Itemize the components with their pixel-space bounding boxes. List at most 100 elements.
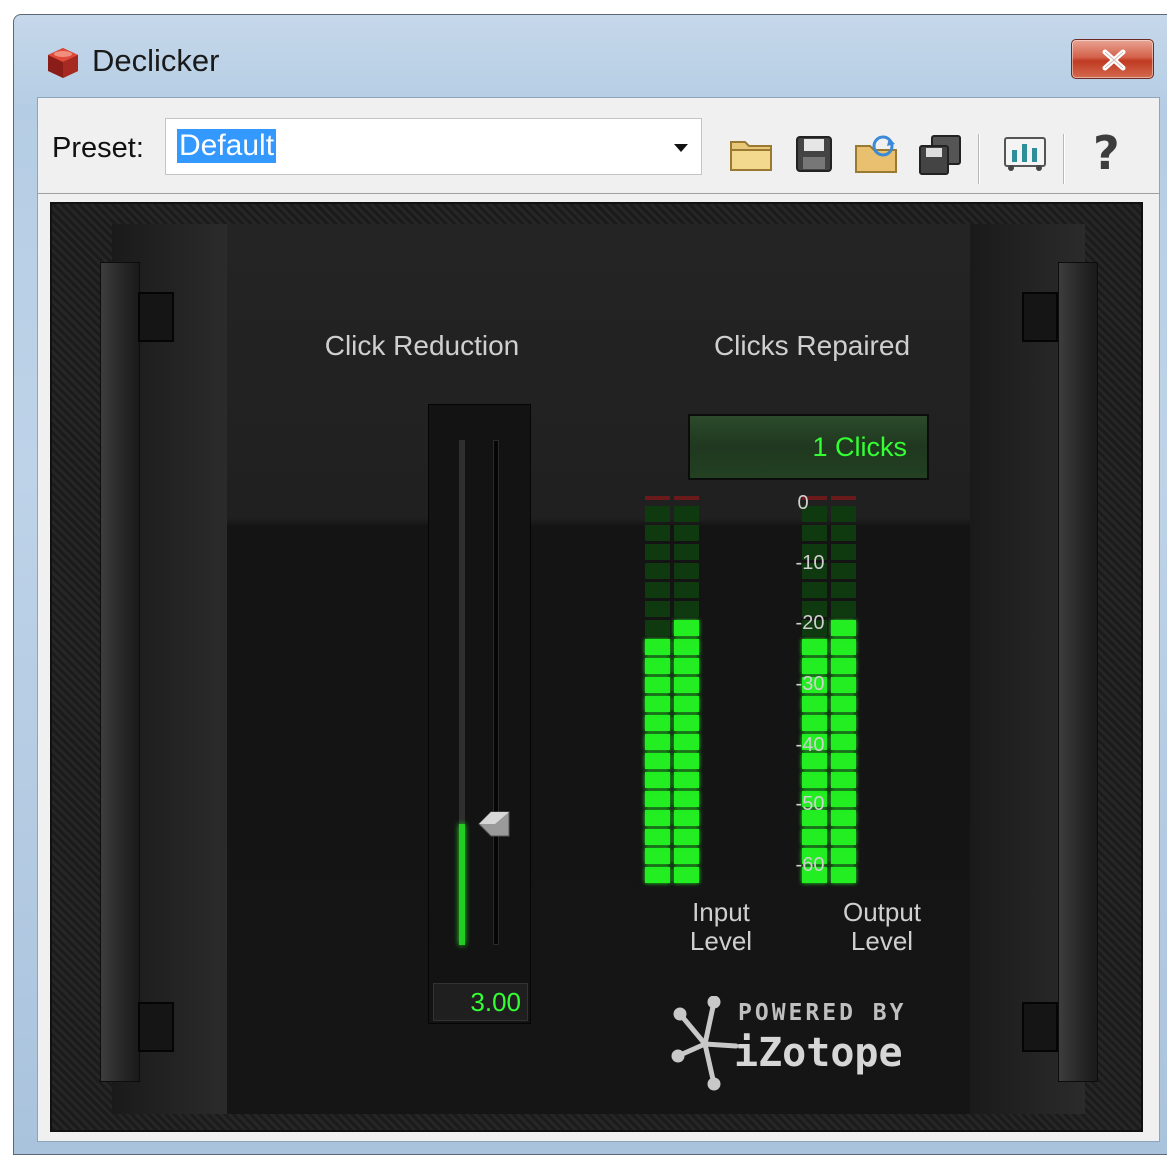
meter-segment	[674, 601, 699, 617]
clicks-repaired-title: Clicks Repaired	[713, 330, 911, 361]
rack-bracket	[138, 292, 174, 342]
help-button[interactable]: ?	[1093, 126, 1120, 180]
meter-segment	[645, 658, 670, 674]
meter-segment	[674, 772, 699, 788]
plugin-window: Declicker Preset: Default ? Click Reduct…	[13, 14, 1167, 1155]
meter-segment	[645, 791, 670, 807]
logo-izotope: iZotope	[734, 1030, 903, 1076]
close-icon	[1102, 49, 1126, 71]
click-reduction-title: Click Reduction	[324, 330, 520, 361]
clicks-repaired-display: 1 Clicks	[688, 414, 929, 480]
preset-toolbar: Preset: Default ?	[38, 98, 1159, 194]
meter-segment	[645, 734, 670, 750]
meter-segment	[645, 620, 670, 636]
dropdown-arrow-icon[interactable]	[672, 143, 690, 153]
meter-scale-label: -30	[795, 673, 825, 695]
meter-segment	[645, 601, 670, 617]
app-icon	[48, 48, 78, 78]
meter-segment	[645, 696, 670, 712]
rack-handle-left	[100, 262, 140, 1082]
meter-segment	[674, 791, 699, 807]
meter-segment	[645, 867, 670, 883]
meter-segment	[674, 544, 699, 560]
meter-scale-label: -10	[795, 552, 825, 574]
title-bar[interactable]: Declicker	[14, 15, 1167, 97]
client-area: Preset: Default ? Click Reduction 3.00 C…	[37, 97, 1160, 1142]
izotope-logo: POWERED BY iZotope	[670, 996, 950, 1096]
meter-segment	[674, 563, 699, 579]
meter-segment	[802, 658, 827, 674]
meter-segment	[831, 582, 856, 598]
meter-segment	[831, 715, 856, 731]
meter-segment	[674, 848, 699, 864]
meter-scale-label: -60	[795, 854, 825, 876]
meter-segment	[645, 563, 670, 579]
meter-segment	[674, 620, 699, 636]
meter-segment	[674, 525, 699, 541]
meter-view-icon[interactable]	[1003, 134, 1047, 174]
meter-segment	[674, 639, 699, 655]
meter-segment	[674, 677, 699, 693]
meter-segment	[831, 506, 856, 522]
meter-segment	[645, 810, 670, 826]
izotope-star-icon	[671, 996, 739, 1091]
meter-segment	[645, 772, 670, 788]
rack-bracket	[138, 1002, 174, 1052]
toolbar-separator	[1063, 134, 1065, 184]
meter-segment	[831, 525, 856, 541]
meter-segment	[802, 715, 827, 731]
meter-segment	[674, 734, 699, 750]
meter-peak-indicator	[674, 496, 699, 500]
meter-segment	[802, 639, 827, 655]
meter-scale-label: 0	[797, 492, 809, 514]
toolbar-separator	[978, 134, 980, 184]
save-icon[interactable]	[794, 134, 834, 174]
meter-segment	[645, 506, 670, 522]
meter-segment	[802, 582, 827, 598]
click-reduction-slider[interactable]: 3.00	[428, 404, 531, 1024]
output-level-label: Output Level	[842, 897, 922, 956]
meter-segment	[674, 715, 699, 731]
meter-segment	[645, 753, 670, 769]
meter-peak-indicator	[645, 496, 670, 500]
window-title: Declicker	[92, 43, 220, 78]
meter-segment	[802, 525, 827, 541]
meter-scale-label: -40	[795, 734, 825, 756]
meter-segment	[645, 829, 670, 845]
meter-segment	[831, 658, 856, 674]
input-level-label: Input Level	[689, 897, 753, 956]
meter-segment	[645, 848, 670, 864]
slider-rail	[493, 440, 499, 945]
click-reduction-value[interactable]: 3.00	[433, 983, 528, 1021]
slider-thumb[interactable]	[477, 807, 511, 841]
meter-scale-label: -50	[795, 793, 825, 815]
meter-segment	[674, 867, 699, 883]
open-folder-icon[interactable]	[728, 134, 774, 174]
meter-segment	[645, 525, 670, 541]
meter-segment	[802, 772, 827, 788]
slider-fill	[459, 824, 465, 945]
meter-segment	[831, 639, 856, 655]
meter-segment	[645, 639, 670, 655]
meter-segment	[645, 677, 670, 693]
close-button[interactable]	[1071, 39, 1154, 79]
preset-value[interactable]: Default	[177, 129, 277, 163]
meter-segment	[674, 582, 699, 598]
meter-segment	[645, 544, 670, 560]
rack-bracket	[1022, 292, 1058, 342]
declicker-panel: Click Reduction 3.00 Clicks Repaired 1 C…	[50, 202, 1143, 1132]
meter-segment	[674, 506, 699, 522]
meter-segment	[802, 829, 827, 845]
rack-handle-right	[1058, 262, 1098, 1082]
load-folder-icon[interactable]	[853, 134, 899, 176]
meter-segment	[831, 829, 856, 845]
preset-combobox[interactable]: Default	[165, 118, 702, 175]
meter-segment	[645, 582, 670, 598]
meter-segment	[802, 696, 827, 712]
meter-segment	[674, 658, 699, 674]
logo-powered-by: POWERED BY	[738, 1000, 907, 1026]
copy-icon[interactable]	[918, 134, 962, 176]
meter-segment	[674, 696, 699, 712]
meter-peak-indicator	[831, 496, 856, 500]
meter-segment	[831, 696, 856, 712]
